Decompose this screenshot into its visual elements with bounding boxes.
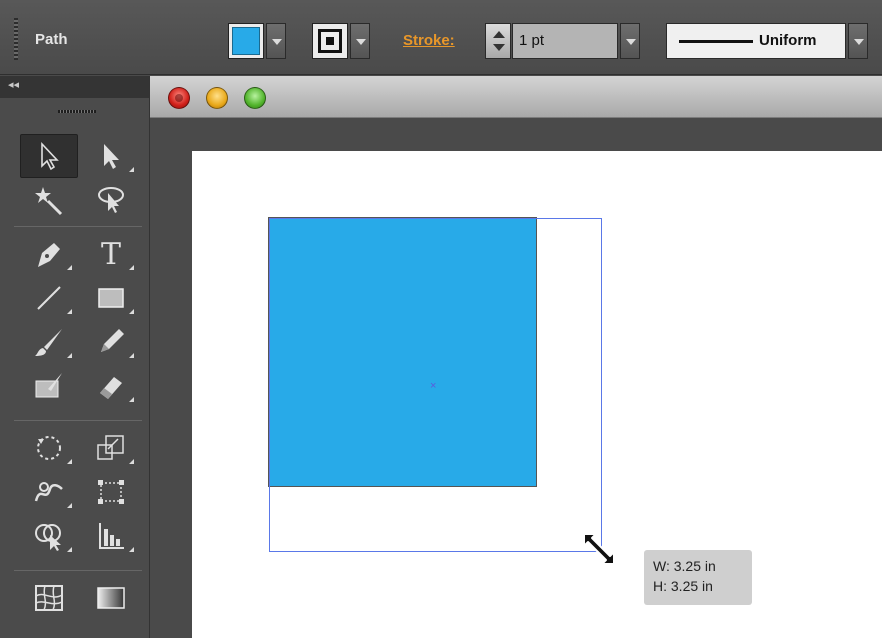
mesh-tool-icon[interactable] <box>20 576 78 620</box>
control-bar-grip[interactable] <box>14 18 18 60</box>
gradient-tool-icon[interactable] <box>82 576 140 620</box>
stroke-weight-stepper[interactable] <box>485 23 511 59</box>
type-tool-icon[interactable]: T <box>82 232 140 276</box>
rotate-tool-icon[interactable] <box>20 426 78 470</box>
zoom-window-button[interactable] <box>244 87 266 109</box>
stroke-profile-line <box>679 40 753 43</box>
pencil-tool-icon[interactable] <box>82 320 140 364</box>
stroke-color-dropdown[interactable] <box>350 23 370 59</box>
eraser-tool-icon[interactable] <box>82 364 140 408</box>
variable-width-profile-select[interactable]: Uniform <box>666 23 846 59</box>
diagonal-resize-cursor-icon <box>578 528 620 570</box>
tooltip-width: W: 3.25 in <box>653 558 716 574</box>
tools-panel-header: ◂◂ <box>0 76 149 98</box>
direct-selection-tool-icon[interactable] <box>82 134 140 178</box>
stroke-panel-link[interactable]: Stroke: <box>403 32 455 49</box>
tools-panel: ◂◂ T <box>0 76 150 638</box>
pen-tool-icon[interactable] <box>20 232 78 276</box>
fill-color-swatch[interactable] <box>228 23 264 59</box>
fill-color-dropdown[interactable] <box>266 23 286 59</box>
paintbrush-tool-icon[interactable] <box>20 320 78 364</box>
size-tooltip: W: 3.25 in H: 3.25 in <box>644 550 752 605</box>
stroke-profile-label: Uniform <box>759 32 817 49</box>
graph-tool-icon[interactable] <box>82 514 140 558</box>
line-segment-tool-icon[interactable] <box>20 276 78 320</box>
stroke-color-swatch[interactable] <box>312 23 348 59</box>
scale-tool-icon[interactable] <box>82 426 140 470</box>
resize-bounding-box-preview[interactable] <box>269 218 602 552</box>
document-title-bar <box>150 76 882 118</box>
lasso-tool-icon[interactable] <box>82 178 140 222</box>
tools-panel-grip[interactable] <box>58 110 96 113</box>
free-transform-tool-icon[interactable] <box>82 470 140 514</box>
close-window-button[interactable] <box>168 87 190 109</box>
rectangle-tool-icon[interactable] <box>82 276 140 320</box>
warp-tool-icon[interactable] <box>20 470 78 514</box>
increase-arrow-icon[interactable] <box>493 31 505 38</box>
decrease-arrow-icon[interactable] <box>493 44 505 51</box>
stroke-weight-input[interactable]: 1 pt <box>512 23 618 59</box>
stroke-profile-dropdown[interactable] <box>848 23 868 59</box>
blob-brush-tool-icon[interactable] <box>20 364 78 408</box>
magic-wand-tool-icon[interactable] <box>20 178 78 222</box>
stroke-weight-dropdown[interactable] <box>620 23 640 59</box>
tooltip-height: H: 3.25 in <box>653 578 713 594</box>
selection-type-label: Path <box>35 31 68 48</box>
selection-tool-icon[interactable] <box>20 134 78 178</box>
control-bar: Path Stroke: 1 pt Uniform <box>0 0 882 75</box>
collapse-panel-icon[interactable]: ◂◂ <box>8 78 19 91</box>
shape-builder-tool-icon[interactable] <box>20 514 78 558</box>
minimize-window-button[interactable] <box>206 87 228 109</box>
